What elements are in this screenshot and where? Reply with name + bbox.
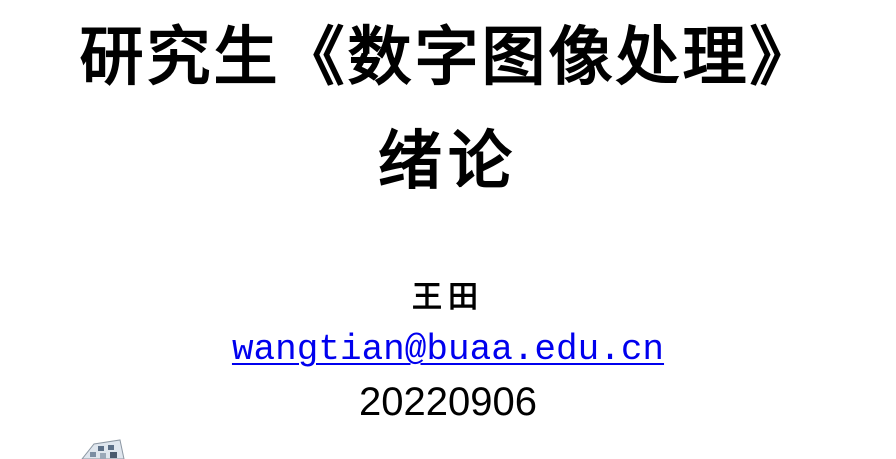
email-container: wangtian@buaa.edu.cn <box>0 330 896 370</box>
slide-subtitle: 绪论 <box>378 124 518 199</box>
presentation-date: 20220906 <box>359 380 537 424</box>
slide-title: 研究生《数字图像处理》 <box>79 20 817 95</box>
author-name: 王田 <box>412 280 484 315</box>
building-logo-icon <box>81 439 125 459</box>
slide: 研究生《数字图像处理》 绪论 王田 wangtian@buaa.edu.cn 2… <box>0 0 896 459</box>
email-link[interactable]: wangtian@buaa.edu.cn <box>232 329 664 370</box>
